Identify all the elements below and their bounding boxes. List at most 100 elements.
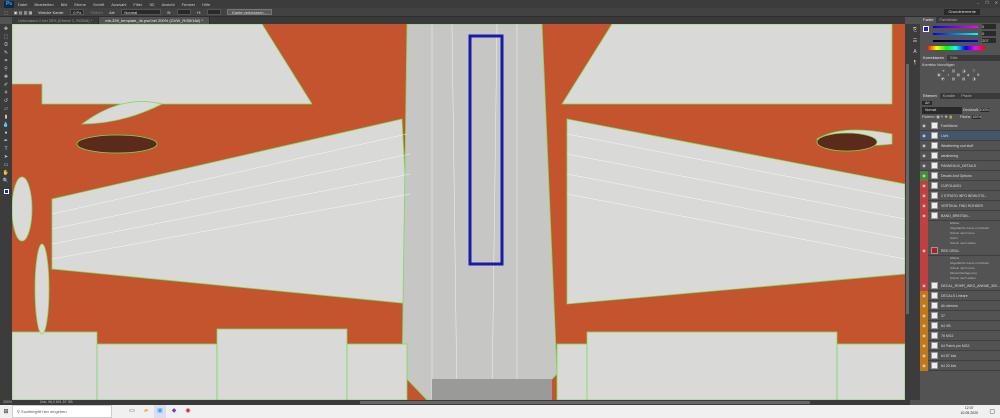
width-input[interactable] [177, 9, 192, 15]
menu-auswahl[interactable]: Auswahl [111, 2, 126, 7]
layer-row[interactable]: ◉ Licht [920, 131, 1000, 141]
layer-row[interactable]: ◉ Decals And Options [920, 170, 1000, 181]
layer-row[interactable]: ◉ Weathering und stuff [920, 141, 1000, 151]
layer-row[interactable]: ◉ 64 87 lots [920, 350, 1000, 361]
close-button[interactable]: ✕ [995, 0, 998, 5]
shape-tool-icon[interactable]: ▭ [3, 162, 10, 169]
menu-hilfe[interactable]: Hilfe [202, 2, 210, 7]
red-slider[interactable] [933, 26, 978, 28]
type-tool-icon[interactable]: T [3, 146, 10, 153]
menu-datei[interactable]: Datei [18, 2, 27, 7]
menu-filter[interactable]: Filter [133, 2, 142, 7]
feather-input[interactable]: 0 Px [70, 9, 85, 15]
visibility-eye-icon[interactable]: ◉ [920, 350, 928, 361]
green-slider[interactable] [933, 33, 978, 35]
selection-mode-icons[interactable]: ▣ ▤ ▥ ▦ [14, 10, 32, 15]
layer-row[interactable]: ◉ 76 MG2 [920, 330, 1000, 341]
visibility-eye-icon[interactable]: ◉ [920, 131, 928, 141]
menu-ebene[interactable]: Ebene [74, 2, 86, 7]
tab-kanaele[interactable]: Kanäle [940, 93, 958, 99]
move-tool-icon[interactable]: ✥ [3, 26, 10, 33]
visibility-eye-icon[interactable]: ◉ [920, 340, 928, 351]
tab-pfade[interactable]: Pfade [958, 93, 974, 99]
layer-row[interactable]: ◉ CUPOLA001 [920, 180, 1000, 191]
blur-tool-icon[interactable]: 💧 [3, 122, 10, 129]
visibility-eye-icon[interactable]: ◉ [920, 330, 928, 341]
character-panel-icon[interactable]: A [912, 49, 919, 56]
stamp-tool-icon[interactable]: ⚘ [3, 90, 10, 97]
layer-row[interactable]: ◉ PANNEAUX_DETAILS [920, 161, 1000, 171]
eyedropper-tool-icon[interactable]: ⚲ [3, 66, 10, 73]
quick-select-tool-icon[interactable]: ✎ [3, 50, 10, 57]
marquee-tool-icon[interactable]: ⬚ [4, 10, 8, 15]
foreground-color-swatch[interactable] [3, 189, 9, 194]
layer-row[interactable]: ◉ 2 STRATO INFO BEWUTIG... [920, 190, 1000, 201]
tab-template[interactable]: mb-339_template_4k.psd bei 200% (GVW_RGB… [99, 17, 210, 24]
layer-row[interactable]: ◉ Ah sternes [920, 300, 1000, 311]
taskbar-search-input[interactable]: ⚲ Suchbegriff hier eingeben [12, 405, 112, 418]
history-brush-icon[interactable]: ↺ [3, 98, 10, 105]
menu-schrift[interactable]: Schrift [93, 2, 104, 7]
tab-stile[interactable]: Stile [947, 55, 961, 61]
history-panel-icon[interactable]: ⎘ [912, 27, 919, 34]
menu-ansicht[interactable]: Ansicht [161, 2, 174, 7]
height-input[interactable] [207, 9, 222, 15]
blue-value[interactable]: 207 [982, 38, 996, 43]
visibility-eye-icon[interactable]: ◉ [920, 290, 928, 301]
horizontal-scrollbar[interactable] [360, 401, 810, 404]
photoshop-taskbar-icon[interactable]: ▣ [154, 405, 166, 418]
foreground-color-swatch[interactable] [923, 26, 929, 32]
layer-row[interactable]: ◉ BAND_BREITAN... [920, 210, 1000, 221]
layer-row[interactable]: ◉ Farbfläche [920, 121, 1000, 131]
menu-3d[interactable]: 3D [149, 2, 154, 7]
opacity-input[interactable]: 100% [979, 108, 989, 112]
system-clock[interactable]: 12:07 10.05.2020 [960, 406, 978, 416]
maximize-button[interactable]: ❐ [985, 0, 989, 5]
layer-row[interactable]: ◉ 64 VB [920, 320, 1000, 331]
scrollbar-thumb[interactable] [906, 64, 909, 314]
visibility-eye-icon[interactable]: ◉ [920, 245, 928, 256]
brush-tool-icon[interactable]: ✐ [3, 82, 10, 89]
dodge-tool-icon[interactable]: ● [3, 130, 10, 137]
layer-row[interactable]: ◉ 64 20 lots [920, 360, 1000, 371]
color-spectrum[interactable] [927, 46, 985, 50]
properties-panel-icon[interactable]: ☰ [912, 38, 919, 45]
visibility-eye-icon[interactable]: ◉ [920, 180, 928, 191]
layer-row[interactable]: ◉ DECALS Lineare [920, 290, 1000, 301]
red-value[interactable]: 0 [982, 24, 996, 29]
menu-bild[interactable]: Bild [61, 2, 68, 7]
task-view-icon[interactable]: ▭ [126, 405, 138, 418]
visibility-eye-icon[interactable]: ◉ [920, 310, 928, 321]
lasso-tool-icon[interactable]: ᘓ [3, 42, 10, 49]
crop-tool-icon[interactable]: ⌗ [3, 58, 10, 65]
windows-start-icon[interactable]: ⊞ [0, 408, 12, 415]
visibility-eye-icon[interactable]: ◉ [920, 360, 928, 371]
eraser-tool-icon[interactable]: ▱ [3, 106, 10, 113]
marquee-tool-icon[interactable]: ⬚ [3, 34, 10, 41]
menu-fenster[interactable]: Fenster [182, 2, 196, 7]
visibility-eye-icon[interactable]: ◉ [920, 320, 928, 331]
app-taskbar-icon[interactable]: ◆ [168, 405, 180, 418]
layer-filter-kind[interactable]: Art [922, 101, 933, 105]
layer-row[interactable]: ◉ RED GRILL [920, 245, 1000, 256]
antialias-checkbox[interactable]: Glätten [90, 10, 103, 15]
visibility-eye-icon[interactable]: ◉ [920, 280, 928, 291]
visibility-eye-icon[interactable]: ◉ [920, 161, 928, 171]
tab-ebenen[interactable]: Ebenen [920, 93, 940, 99]
layer-row[interactable]: ◉ DECAL_ROHR_WEG_ANHAE_300... [920, 280, 1000, 291]
pen-tool-icon[interactable]: ✒ [3, 138, 10, 145]
layer-row[interactable]: ◉ 37 [920, 310, 1000, 321]
hand-tool-icon[interactable]: ✋ [3, 170, 10, 177]
visibility-eye-icon[interactable]: ◉ [920, 170, 928, 181]
chrome-taskbar-icon[interactable]: ◉ [182, 405, 194, 418]
green-value[interactable]: 0 [982, 31, 996, 36]
adjustment-icons[interactable]: ☀ ▥ ◪ ▽ ▣ ◐ ▤ ◈ ⚙ ◩ ▧ ▨ ◨ [922, 69, 998, 81]
document-canvas[interactable] [12, 24, 905, 400]
refine-edge-button[interactable]: Kante verbessern... [227, 9, 272, 15]
notifications-icon[interactable]: ▢ [989, 408, 995, 415]
path-select-icon[interactable]: ➤ [3, 154, 10, 161]
healing-tool-icon[interactable]: ✚ [3, 74, 10, 81]
workspace-select[interactable]: Grundelemente [944, 9, 980, 15]
blend-mode-select[interactable]: Normal [922, 107, 962, 114]
visibility-eye-icon[interactable]: ◉ [920, 151, 928, 161]
